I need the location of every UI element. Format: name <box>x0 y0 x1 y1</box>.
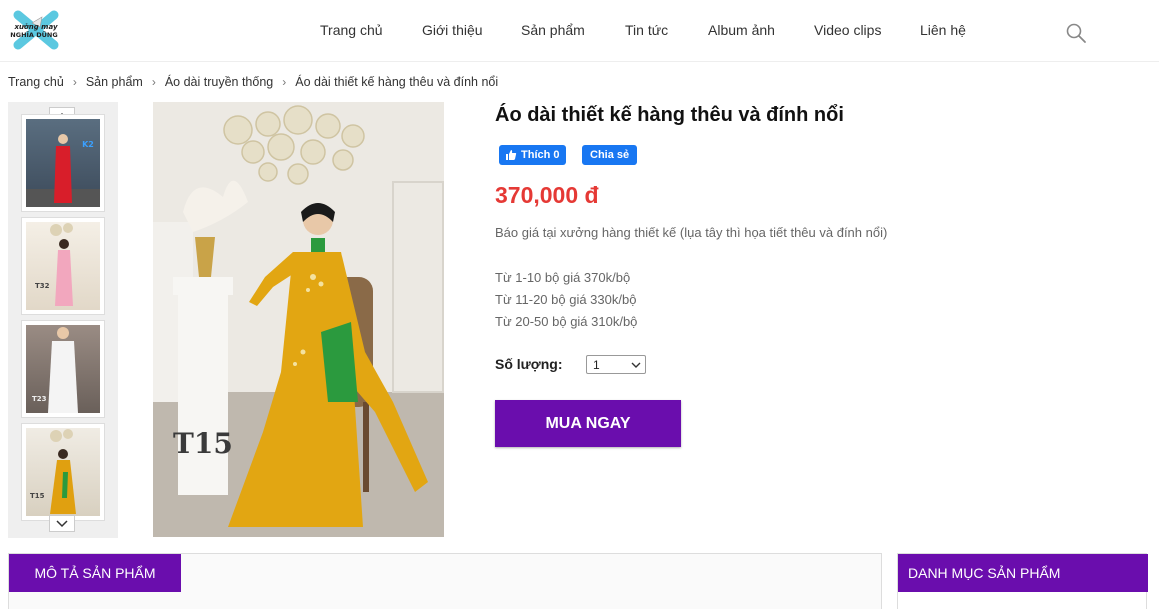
category-heading: DANH MỤC SẢN PHẨM <box>898 554 1148 592</box>
facebook-share-button[interactable]: Chia sẻ <box>582 145 638 165</box>
share-label: Chia sẻ <box>590 149 630 161</box>
thumbnail-gallery: K2 T32 T23 T15 <box>8 102 118 538</box>
product-description-section: MÔ TẢ SẢN PHẨM <box>8 553 882 609</box>
thumbs-up-icon <box>506 150 517 160</box>
site-logo[interactable]: xưởng may NGHĨA DŨNG <box>10 9 62 51</box>
thumbnail-1[interactable]: K2 <box>21 114 105 212</box>
breadcrumb-products[interactable]: Sản phẩm <box>86 75 143 89</box>
price-tier: Từ 20-50 bộ giá 310k/bộ <box>495 314 638 329</box>
product-title: Áo dài thiết kế hàng thêu và đính nổi <box>495 104 844 126</box>
price-tiers: Từ 1-10 bộ giá 370k/bộ Từ 11-20 bộ giá 3… <box>495 267 637 333</box>
product-description: Báo giá tại xưởng hàng thiết kế (lụa tây… <box>495 225 888 240</box>
image-tag: T15 <box>173 427 233 460</box>
thumbnail-tag: T23 <box>32 395 47 403</box>
price-tier: Từ 1-10 bộ giá 370k/bộ <box>495 270 631 285</box>
nav-item-products[interactable]: Sản phẩm <box>521 22 585 38</box>
breadcrumb-current: Áo dài thiết kế hàng thêu và đính nổi <box>295 75 499 89</box>
buy-now-button[interactable]: MUA NGAY <box>495 400 681 447</box>
thumbnail-4[interactable]: T15 <box>21 423 105 521</box>
thumbnail-scroll-down-button[interactable] <box>49 515 75 532</box>
tab-product-description[interactable]: MÔ TẢ SẢN PHẨM <box>9 554 181 592</box>
nav-item-videos[interactable]: Video clips <box>814 22 881 38</box>
breadcrumb-home[interactable]: Trang chủ <box>8 75 64 89</box>
thumbnail-2[interactable]: T32 <box>21 217 105 315</box>
nav-item-contact[interactable]: Liên hệ <box>920 22 966 38</box>
nav-item-about[interactable]: Giới thiệu <box>422 22 483 38</box>
category-sidebar: DANH MỤC SẢN PHẨM <box>897 553 1148 609</box>
chevron-right-icon: › <box>72 75 77 89</box>
thumbnail-tag: K2 <box>82 140 94 149</box>
product-thumbnail-image: K2 <box>26 134 100 207</box>
thumbnail-3[interactable]: T23 <box>21 320 105 418</box>
quantity-select[interactable]: 1 <box>586 355 646 374</box>
thumbnail-tag: T32 <box>35 282 50 290</box>
product-main-image[interactable]: T15 <box>153 102 444 537</box>
product-thumbnail-image: T32 <box>35 223 73 306</box>
chevron-down-icon <box>56 519 68 527</box>
svg-text:NGHĨA DŨNG: NGHĨA DŨNG <box>10 30 57 39</box>
search-icon[interactable] <box>1065 22 1087 44</box>
nav-item-album[interactable]: Album ảnh <box>708 22 775 38</box>
chevron-right-icon: › <box>151 75 156 89</box>
logo-icon: xưởng may NGHĨA DŨNG <box>10 10 59 50</box>
site-header: xưởng may NGHĨA DŨNG Trang chủ Giới thiệ… <box>0 0 1159 62</box>
product-thumbnail-image: T23 <box>32 327 78 413</box>
like-label: Thích 0 <box>521 149 560 161</box>
quantity-label: Số lượng: <box>495 356 563 372</box>
chevron-right-icon: › <box>282 75 287 89</box>
facebook-like-button[interactable]: Thích 0 <box>499 145 566 165</box>
quantity-value: 1 <box>593 357 600 372</box>
product-price: 370,000 đ <box>495 182 599 208</box>
nav-item-home[interactable]: Trang chủ <box>320 22 383 38</box>
breadcrumb: Trang chủ › Sản phẩm › Áo dài truyền thống › Á… <box>8 75 498 89</box>
nav-item-news[interactable]: Tin tức <box>625 22 668 38</box>
svg-text:xưởng may: xưởng may <box>13 23 58 31</box>
chevron-down-icon <box>631 362 641 368</box>
breadcrumb-category[interactable]: Áo dài truyền thống <box>165 75 273 89</box>
price-tier: Từ 11-20 bộ giá 330k/bộ <box>495 292 637 307</box>
product-thumbnail-image: T15 <box>30 429 76 514</box>
thumbnail-tag: T15 <box>30 492 45 500</box>
